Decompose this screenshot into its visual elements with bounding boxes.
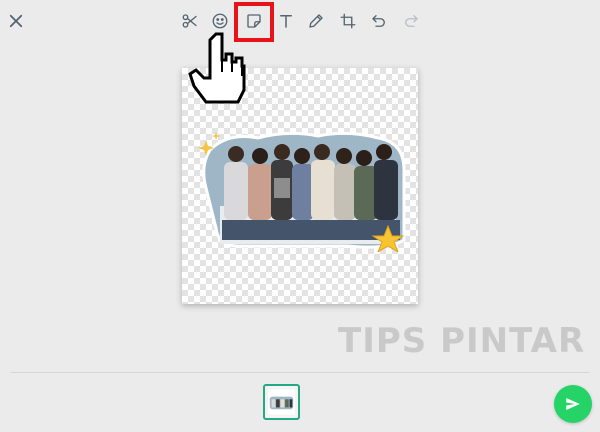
- divider: [10, 372, 590, 373]
- close-icon: [9, 14, 23, 28]
- draw-button[interactable]: [303, 8, 329, 34]
- pencil-icon: [309, 14, 323, 28]
- watermark-text: TIPS PINTAR: [338, 321, 586, 361]
- undo-icon: [372, 15, 385, 27]
- scissors-icon: [182, 14, 197, 28]
- pointer-hand-icon: [188, 32, 246, 104]
- crop-rotate-icon: [340, 13, 356, 29]
- undo-button[interactable]: [366, 8, 392, 34]
- crop-button[interactable]: [335, 8, 361, 34]
- text-icon: [280, 15, 292, 28]
- sticker-image[interactable]: [198, 128, 408, 252]
- editor-toolbar: [0, 0, 600, 42]
- send-button[interactable]: [554, 385, 592, 423]
- text-button[interactable]: [273, 8, 299, 34]
- send-icon: [566, 398, 580, 410]
- close-button[interactable]: [3, 8, 29, 34]
- media-thumbnail[interactable]: [263, 384, 300, 420]
- redo-icon: [405, 15, 418, 27]
- redo-button[interactable]: [398, 8, 424, 34]
- thumbnail-image: [268, 389, 295, 415]
- emoji-icon: [212, 13, 228, 29]
- watermark: TIPS PINTAR: [330, 306, 584, 376]
